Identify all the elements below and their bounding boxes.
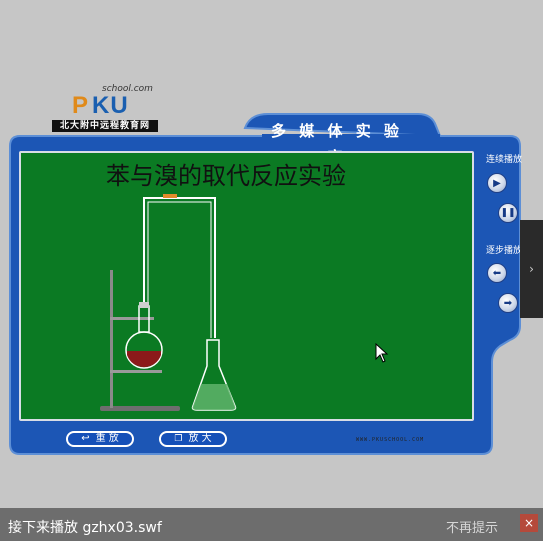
lab-title: 多 媒 体 实 验 室 [271,122,403,166]
flask-liquid [127,351,161,368]
replay-icon: ↩ [81,433,90,444]
flask-stopper [139,302,149,308]
experiment-title: 苯与溴的取代反应实验 [106,162,346,190]
mouse-cursor-icon [375,343,389,363]
dont-show-again-link[interactable]: 不再提示 [446,517,498,536]
replay-button[interactable]: ↩ 重 放 [66,431,134,447]
website-url: WWW.PKUSCHOOL.COM [356,437,425,443]
play-button[interactable]: ▶ [487,173,507,193]
enlarge-button[interactable]: ❐ 放 大 [159,431,227,447]
glass-tube-inner [147,201,212,338]
close-icon: × [523,516,535,530]
next-play-text: 接下来播放 gzhx03.swf [8,520,162,536]
window-icon: ❐ [174,434,183,444]
pause-icon: ❚❚ [500,208,516,218]
lower-clamp [110,370,162,373]
step-play-label: 逐步播放 [486,246,523,256]
pause-button[interactable]: ❚❚ [498,203,518,223]
upper-clamp [110,317,154,320]
close-button[interactable]: × [520,514,538,532]
step-forward-button[interactable]: ➡ [498,293,518,313]
chevron-right-icon: › [529,262,534,276]
glass-tube [143,197,216,338]
play-icon: ▶ [493,177,501,189]
step-back-button[interactable]: ⬅ [487,263,507,283]
continuous-play-label: 连续播放 [486,155,523,165]
tube-connector [163,194,177,198]
arrow-left-icon: ⬅ [492,267,502,279]
replay-label: 重 放 [95,433,119,444]
stand-rod [110,270,113,408]
lab-apparatus [100,194,237,411]
arrow-right-icon: ➡ [503,297,513,309]
enlarge-label: 放 大 [188,433,212,444]
side-panel-toggle[interactable]: › [520,220,543,318]
